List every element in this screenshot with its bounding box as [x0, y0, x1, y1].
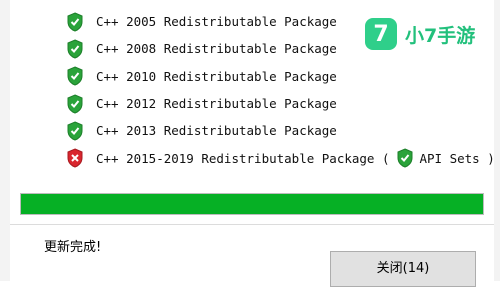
shield-check-icon — [66, 66, 84, 86]
package-extra-label: API Sets ) — [419, 150, 495, 166]
package-item-2012: C++ 2012 Redistributable Package — [66, 90, 495, 117]
close-button[interactable]: 关闭(14) — [330, 251, 476, 287]
shield-x-icon — [66, 148, 84, 168]
shield-check-icon — [66, 121, 84, 141]
package-label: C++ 2015-2019 Redistributable Package ( — [96, 150, 390, 166]
shield-check-icon — [66, 12, 84, 32]
watermark-text: 小7手游 — [405, 24, 476, 47]
progress-fill — [21, 194, 483, 214]
package-item-2010: C++ 2010 Redistributable Package — [66, 63, 495, 90]
shield-check-icon — [66, 93, 84, 114]
watermark-badge: 7 — [365, 18, 397, 50]
package-label: C++ 2008 Redistributable Package — [96, 41, 337, 57]
progress-bar — [20, 193, 484, 215]
shield-check-icon — [396, 148, 414, 168]
package-label: C++ 2013 Redistributable Package — [96, 123, 337, 139]
package-label: C++ 2005 Redistributable Package — [96, 14, 337, 30]
package-label: C++ 2010 Redistributable Package — [96, 68, 337, 84]
package-item-2013: C++ 2013 Redistributable Package — [66, 117, 495, 144]
watermark-logo: 7 小7手游 — [365, 18, 475, 50]
shield-check-icon — [66, 39, 84, 59]
package-item-2015-2019: C++ 2015-2019 Redistributable Package ( … — [66, 144, 495, 171]
package-label: C++ 2012 Redistributable Package — [96, 96, 337, 112]
divider — [10, 224, 494, 225]
status-text: 更新完成! — [44, 240, 102, 255]
